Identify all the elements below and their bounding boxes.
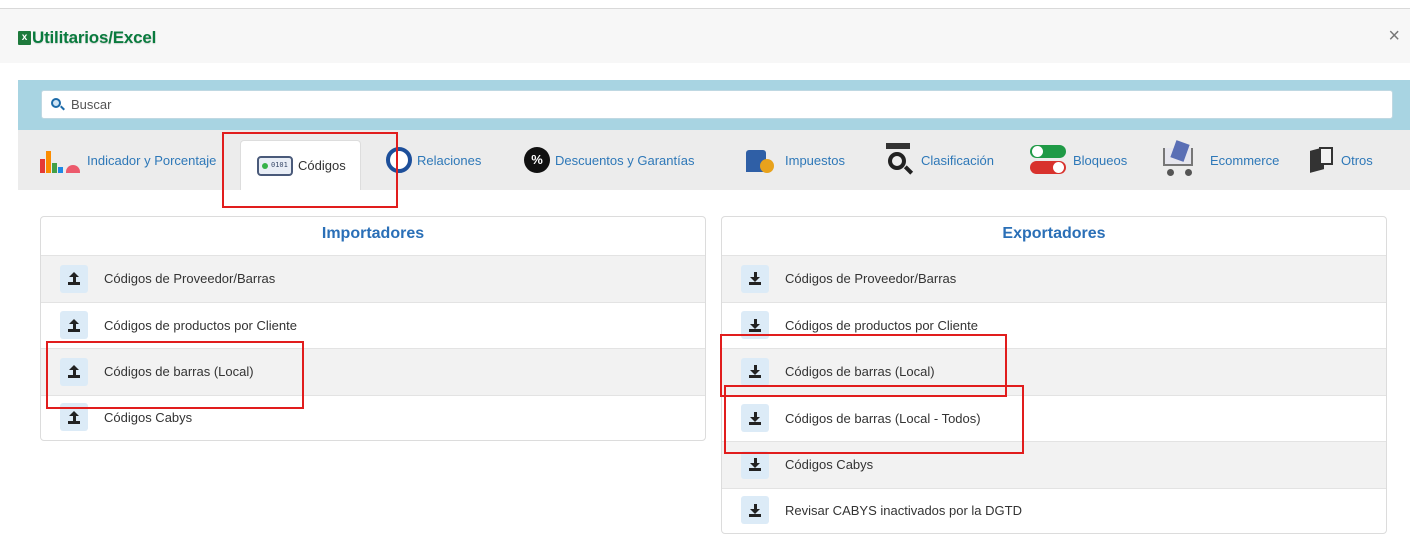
download-icon — [741, 357, 769, 386]
tab-clasificacion[interactable]: Clasificación — [880, 140, 994, 180]
tab-label: Bloqueos — [1073, 152, 1128, 168]
download-icon — [741, 264, 769, 293]
upload-icon — [60, 357, 88, 386]
modal-title: Utilitarios/Excel — [32, 28, 157, 47]
row-label: Códigos de productos por Cliente — [785, 317, 978, 333]
code-card-icon — [257, 155, 293, 176]
tab-label: Códigos — [298, 158, 346, 173]
row-label: Códigos Cabys — [785, 457, 874, 473]
export-row-barras-local[interactable]: Códigos de barras (Local) — [722, 348, 1386, 395]
tab-ecommerce[interactable]: Ecommerce — [1155, 140, 1279, 180]
upload-icon — [60, 403, 88, 431]
tab-label: Impuestos — [785, 152, 845, 168]
percent-icon: % — [524, 147, 550, 173]
row-label: Códigos de productos por Cliente — [104, 317, 297, 333]
tab-bloqueos[interactable]: Bloqueos — [1028, 140, 1127, 180]
upload-icon — [60, 264, 88, 293]
search-icon — [51, 97, 65, 112]
import-row-barras-local[interactable]: Códigos de barras (Local) — [41, 348, 705, 395]
tab-bar: Indicador y Porcentaje Códigos Relacione… — [18, 130, 1410, 190]
ring-icon — [386, 147, 412, 173]
importadores-panel: Importadores Códigos de Proveedor/Barras… — [40, 216, 706, 441]
files-icon — [1304, 145, 1336, 175]
download-icon — [741, 311, 769, 340]
tab-descuentos-garantias[interactable]: % Descuentos y Garantías — [524, 140, 694, 180]
tab-otros[interactable]: Otros — [1304, 140, 1373, 180]
importadores-title: Importadores — [321, 225, 425, 242]
export-row-productos-cliente[interactable]: Códigos de productos por Cliente — [722, 301, 1386, 349]
row-label: Códigos Cabys — [104, 409, 193, 425]
row-label: Códigos de Proveedor/Barras — [104, 271, 276, 287]
download-icon — [741, 450, 769, 479]
magnifier-icon — [880, 143, 916, 177]
tab-label: Ecommerce — [1210, 152, 1280, 168]
row-label: Revisar CABYS inactivados por la DGTD — [785, 502, 1022, 518]
exportadores-title: Exportadores — [1002, 225, 1106, 242]
tab-codigos[interactable]: Códigos — [240, 140, 361, 190]
export-row-cabys[interactable]: Códigos Cabys — [722, 441, 1386, 488]
download-icon — [741, 496, 769, 524]
modal-title-group: x Utilitarios/Excel — [18, 28, 156, 48]
row-label: Códigos de barras (Local - Todos) — [785, 410, 981, 426]
import-row-proveedor-barras[interactable]: Códigos de Proveedor/Barras — [41, 255, 705, 302]
import-row-productos-cliente[interactable]: Códigos de productos por Cliente — [41, 301, 705, 349]
export-row-revisar-cabys[interactable]: Revisar CABYS inactivados por la DGTD — [722, 487, 1386, 532]
tab-label: Descuentos y Garantías — [555, 152, 695, 168]
search-placeholder: Buscar — [71, 97, 112, 112]
close-button[interactable]: × — [1388, 26, 1400, 46]
search-input[interactable]: Buscar — [41, 90, 1393, 119]
tab-label: Clasificación — [921, 152, 994, 168]
utilities-toolbar: Buscar Indicador y Porcentaje Códigos Re… — [18, 80, 1410, 206]
tab-label: Otros — [1341, 152, 1373, 168]
tab-relaciones[interactable]: Relaciones — [386, 140, 481, 180]
exportadores-panel: Exportadores Códigos de Proveedor/Barras… — [721, 216, 1387, 534]
cart-icon — [1155, 140, 1205, 178]
export-row-barras-local-todos[interactable]: Códigos de barras (Local - Todos) — [722, 394, 1386, 442]
tab-label: Relaciones — [417, 152, 482, 168]
search-band: Buscar — [18, 80, 1410, 130]
excel-icon: x — [18, 31, 31, 45]
row-label: Códigos de Proveedor/Barras — [785, 271, 957, 287]
toggle-icon — [1028, 144, 1068, 176]
export-row-proveedor-barras[interactable]: Códigos de Proveedor/Barras — [722, 255, 1386, 302]
upload-icon — [60, 311, 88, 340]
download-icon — [741, 404, 769, 433]
modal-header — [0, 9, 1410, 63]
import-row-cabys[interactable]: Códigos Cabys — [41, 394, 705, 439]
row-label: Códigos de barras (Local) — [785, 364, 935, 380]
building-coin-icon — [740, 146, 780, 174]
chart-icon — [38, 145, 82, 175]
row-label: Códigos de barras (Local) — [104, 364, 254, 380]
tab-label: Indicador y Porcentaje — [87, 152, 217, 168]
tab-impuestos[interactable]: Impuestos — [740, 140, 845, 180]
tab-indicador-porcentaje[interactable]: Indicador y Porcentaje — [38, 140, 216, 180]
